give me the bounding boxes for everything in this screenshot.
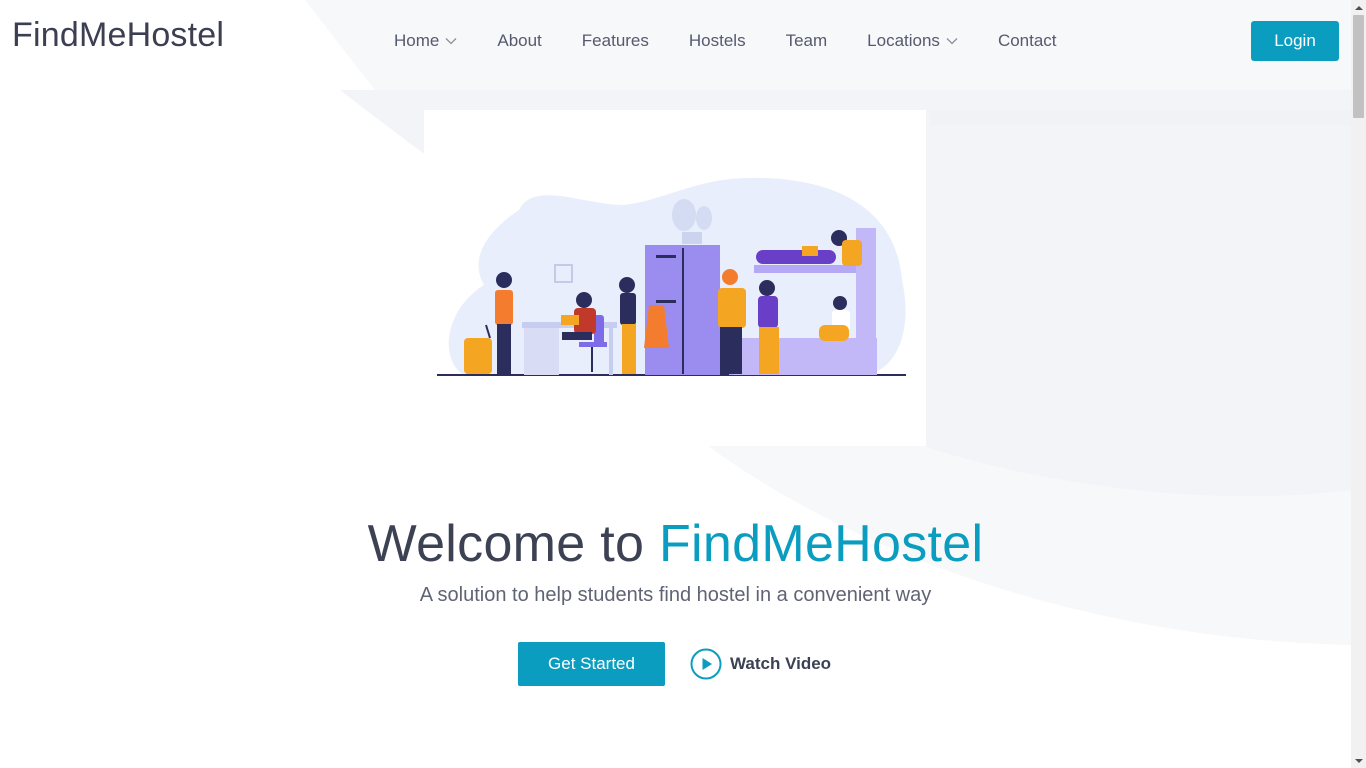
scroll-up-arrow-icon[interactable] [1351, 0, 1366, 15]
chevron-down-icon [445, 37, 457, 45]
nav-item-label: Hostels [688, 31, 746, 50]
scroll-down-arrow-icon[interactable] [1351, 753, 1366, 768]
hero-title: Welcome to FindMeHostel [0, 514, 1351, 574]
main-nav: Home About Features Hostels Team Locatio… [394, 30, 1097, 52]
hero-subtitle: A solution to help students find hostel … [419, 584, 932, 606]
scrollbar-thumb[interactable] [1353, 15, 1364, 118]
hero-cta-row: Get Started Watch Video [518, 642, 831, 686]
nav-item-hostels[interactable]: Hostels [689, 30, 746, 52]
nav-item-label: About [497, 31, 542, 50]
hero-illustration-card [424, 110, 926, 446]
chevron-down-icon [946, 37, 958, 45]
nav-item-locations[interactable]: Locations [867, 30, 958, 52]
hero-title-brand: FindMeHostel [658, 515, 984, 573]
page-scrollbar[interactable] [1351, 0, 1366, 768]
hero-heading: Welcome to FindMeHostel [0, 514, 1351, 574]
nav-item-label: Features [581, 31, 649, 50]
nav-item-features[interactable]: Features [582, 30, 649, 52]
nav-item-about[interactable]: About [497, 30, 541, 52]
hero-title-prefix: Welcome to [367, 515, 659, 573]
get-started-button[interactable]: Get Started [518, 642, 665, 686]
nav-item-label: Locations [867, 31, 940, 50]
login-button[interactable]: Login [1251, 21, 1339, 61]
nav-item-label: Contact [997, 31, 1057, 50]
nav-item-contact[interactable]: Contact [998, 30, 1057, 52]
site-logo[interactable]: FindMeHostel [12, 16, 224, 55]
site-header: FindMeHostel Home About Features Hostels… [0, 0, 1351, 82]
nav-item-home[interactable]: Home [394, 30, 457, 52]
nav-item-label: Team [785, 31, 828, 50]
nav-item-team[interactable]: Team [786, 30, 828, 52]
nav-item-label: Home [394, 31, 440, 50]
watch-video-label: Watch Video [730, 654, 832, 673]
watch-video-button[interactable]: Watch Video [690, 648, 831, 680]
hostel-illustration [437, 177, 906, 376]
play-circle-icon [690, 648, 722, 680]
